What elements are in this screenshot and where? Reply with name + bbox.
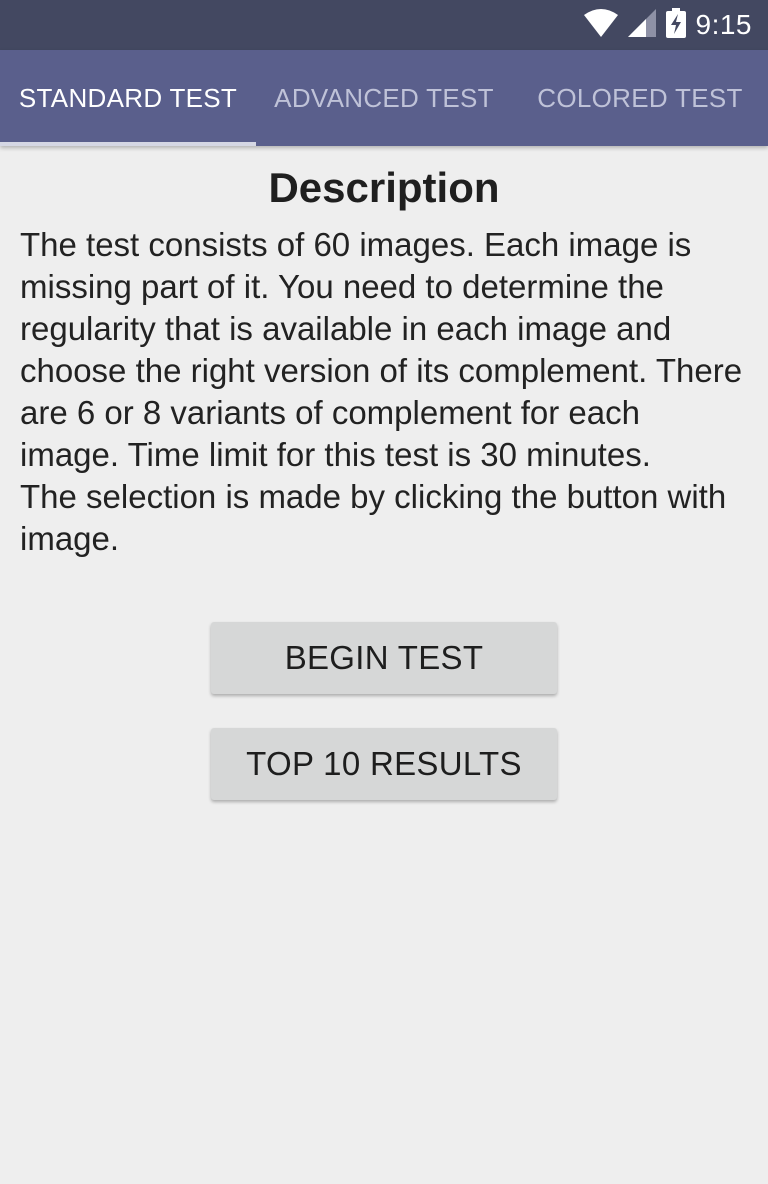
wifi-icon (583, 8, 618, 42)
top-10-results-button[interactable]: TOP 10 RESULTS (211, 728, 557, 800)
description-text: The test consists of 60 images. Each ima… (20, 226, 743, 557)
cell-signal-icon (627, 8, 656, 42)
battery-charging-icon (665, 7, 686, 43)
begin-test-button[interactable]: BEGIN TEST (211, 622, 557, 694)
page-title: Description (268, 164, 500, 211)
tab-colored-test[interactable]: COLORED TEST (512, 50, 768, 146)
tab-advanced-test[interactable]: ADVANCED TEST (256, 50, 512, 146)
status-icons: 9:15 (583, 0, 753, 50)
main-content: Description The test consists of 60 imag… (20, 160, 748, 560)
status-time: 9:15 (695, 9, 752, 40)
tab-standard-test[interactable]: STANDARD TEST (0, 50, 256, 146)
status-bar: 9:15 (0, 0, 768, 50)
tab-bar: STANDARD TEST ADVANCED TEST COLORED TEST (0, 50, 768, 146)
selected-tab-indicator (0, 142, 256, 146)
